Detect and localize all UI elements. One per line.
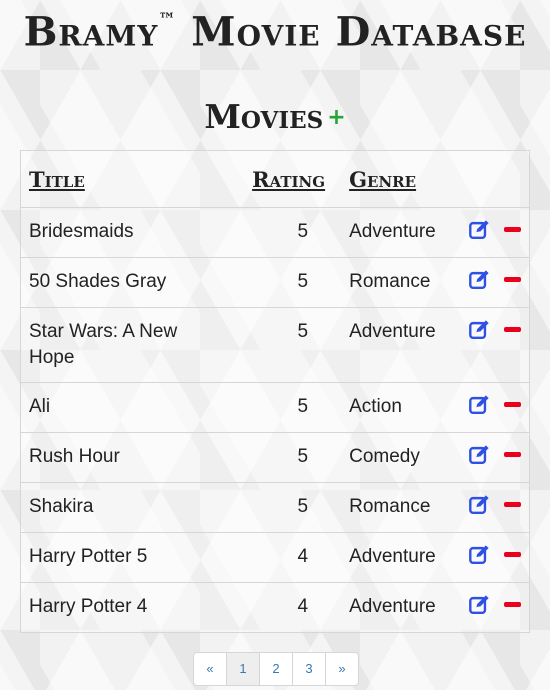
movie-rating: 4 [221,582,342,632]
movie-rating: 5 [221,257,342,308]
movie-genre: Adventure [341,582,460,632]
movie-title: Harry Potter 4 [21,582,222,632]
row-actions [460,432,529,483]
minus-icon[interactable] [504,602,521,607]
movie-title: Bridesmaids [21,207,222,258]
row-actions [460,207,529,258]
add-movie-button[interactable]: + [327,105,345,130]
edit-icon[interactable] [468,444,490,466]
minus-icon[interactable] [504,227,521,232]
edit-icon[interactable] [468,319,490,341]
column-header-title[interactable]: Title [21,151,222,208]
movie-genre: Adventure [341,207,460,258]
edit-icon[interactable] [468,394,490,416]
movie-rating: 5 [221,482,342,533]
movie-genre: Romance [341,257,460,308]
movie-rating: 5 [221,432,342,483]
minus-icon[interactable] [504,327,521,332]
movie-genre: Comedy [341,432,460,483]
movie-genre: Action [341,382,460,433]
movie-title: Rush Hour [21,432,222,483]
column-header-actions [460,151,529,208]
table-row: Rush Hour 5 Comedy [21,432,529,483]
site-title: Bramy™ Movie Database [0,2,550,56]
movie-rating: 4 [221,532,342,583]
table-row: Harry Potter 5 4 Adventure [21,532,529,583]
table-row: Shakira 5 Romance [21,482,529,533]
minus-icon[interactable] [504,452,521,457]
row-actions [460,582,529,632]
minus-icon[interactable] [504,552,521,557]
edit-icon[interactable] [468,594,490,616]
pagination-page-1[interactable]: 1 [226,653,259,685]
pagination-prev[interactable]: « [194,653,226,685]
row-actions [460,307,529,383]
row-actions [460,532,529,583]
edit-icon[interactable] [468,219,490,241]
movie-genre: Adventure [341,532,460,583]
movie-title: Harry Potter 5 [21,532,222,583]
edit-icon[interactable] [468,544,490,566]
table-row: Bridesmaids 5 Adventure [21,207,529,258]
movie-genre: Romance [341,482,460,533]
column-header-genre[interactable]: Genre [341,151,460,208]
row-actions [460,482,529,533]
table-row: Ali 5 Action [21,382,529,433]
column-header-rating[interactable]: Rating [222,151,341,208]
table-row: Star Wars: A New Hope 5 Adventure [21,307,529,383]
row-actions [460,382,529,433]
movie-rating: 5 [221,207,342,258]
movie-title: 50 Shades Gray [21,257,222,308]
movie-title: Star Wars: A New Hope [21,307,222,383]
table-row: 50 Shades Gray 5 Romance [21,257,529,308]
section-title: Movies [204,97,324,136]
movie-rating: 5 [221,382,342,433]
minus-icon[interactable] [504,502,521,507]
table-header-row: Title Rating Genre [21,151,529,208]
movie-title: Shakira [21,482,222,533]
minus-icon[interactable] [504,402,521,407]
edit-icon[interactable] [468,269,490,291]
movies-table-container: Title Rating Genre Bridesmaids 5 Adventure… [20,150,530,633]
section-header: Movies + [0,95,550,140]
site-name: Bramy [23,8,159,56]
site-suffix: Movie Database [191,8,527,56]
movies-table-body: Bridesmaids 5 Adventure 50 Shades Gray 5 Roma… [21,207,529,632]
table-row: Harry Potter 4 4 Adventure [21,582,529,632]
pagination: « 1 2 3 » [193,652,359,686]
edit-icon[interactable] [468,494,490,516]
minus-icon[interactable] [504,277,521,282]
pagination-page-2[interactable]: 2 [259,653,292,685]
movie-title: Ali [21,382,222,433]
movie-rating: 5 [221,307,342,383]
pagination-page-3[interactable]: 3 [292,653,325,685]
row-actions [460,257,529,308]
movies-table: Title Rating Genre Bridesmaids 5 Adventure… [21,151,529,632]
trademark-symbol: ™ [158,10,177,30]
pagination-next[interactable]: » [325,653,358,685]
movie-genre: Adventure [341,307,460,383]
